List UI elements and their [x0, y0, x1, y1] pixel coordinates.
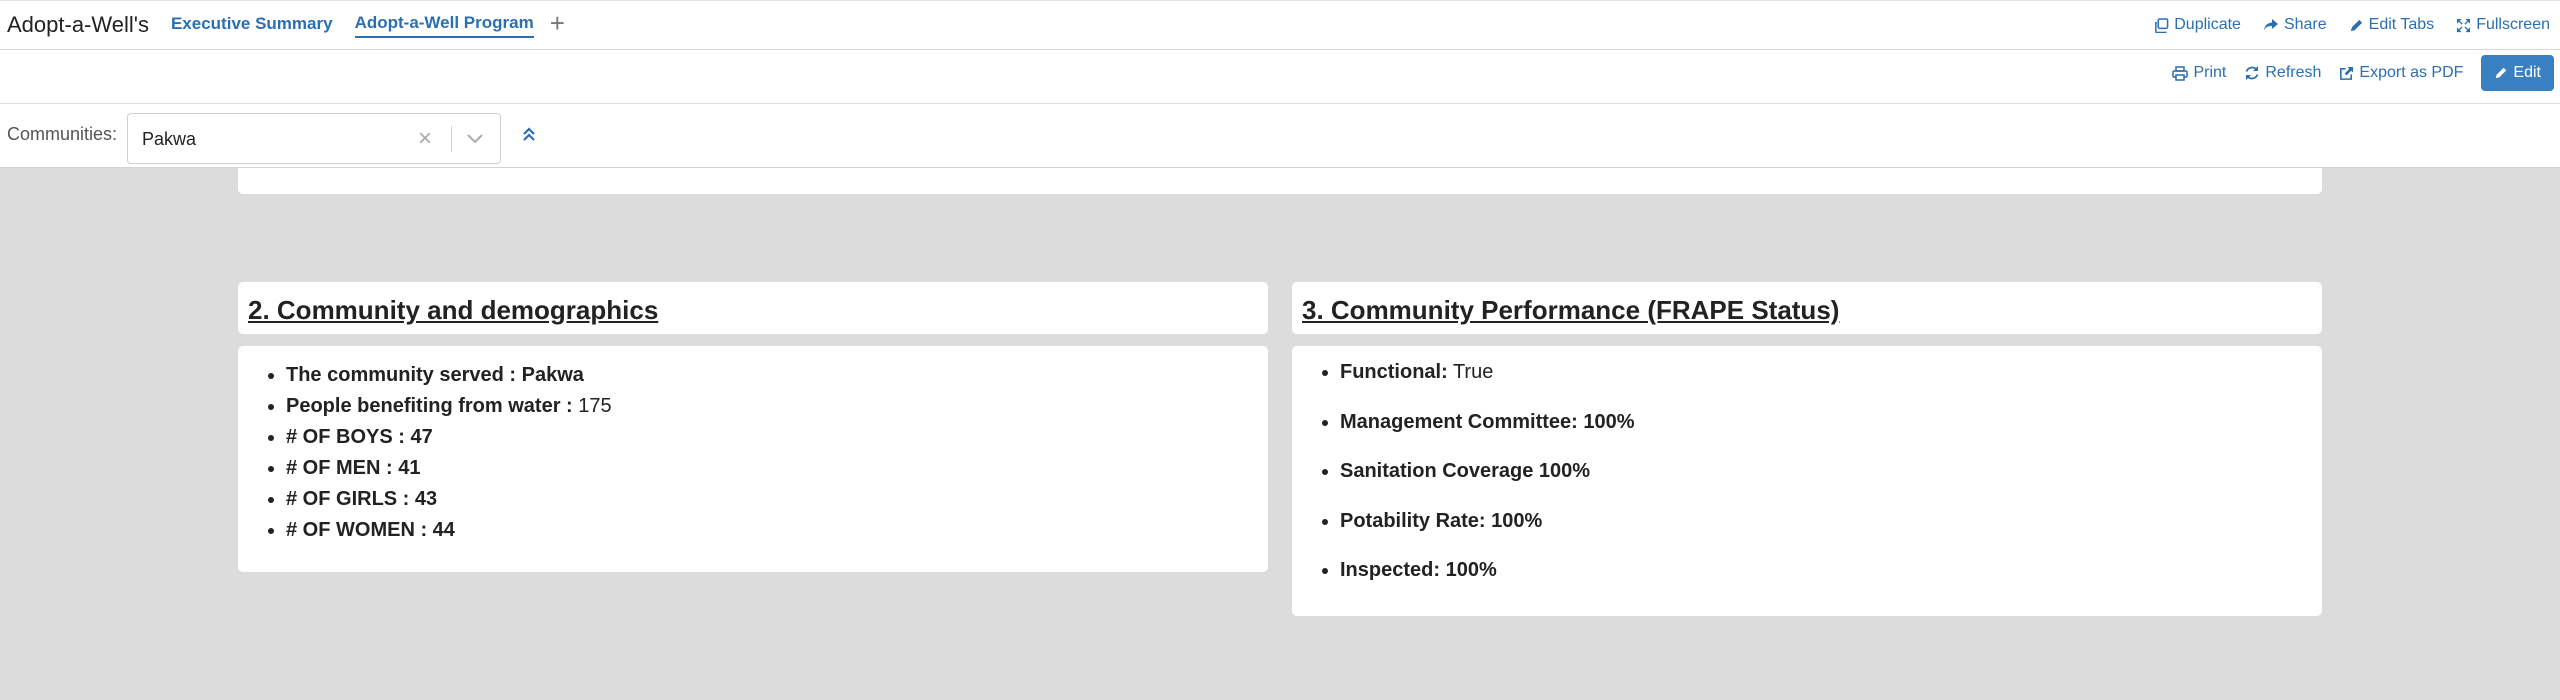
pencil-icon — [2350, 19, 2362, 31]
refresh-button[interactable]: Refresh — [2244, 64, 2321, 82]
edit-tabs-button[interactable]: Edit Tabs — [2349, 16, 2435, 34]
list-item: The community served : Pakwa — [286, 360, 612, 391]
list-item: Functional: True — [1340, 360, 1635, 384]
chevron-down-icon[interactable] — [465, 130, 485, 148]
list-item: Inspected: 100% — [1340, 558, 1635, 582]
top-actions: Duplicate Share Edit Tabs Fullscreen — [2132, 1, 2550, 49]
community-demographics-card: The community served : Pakwa People bene… — [238, 346, 1268, 572]
external-link-icon — [2340, 66, 2354, 80]
dashboard-action-bar: Print Refresh Export as PDF Edit — [0, 50, 2560, 104]
tab-adopt-a-well-program[interactable]: Adopt-a-Well Program — [354, 13, 534, 38]
community-performance-card: Functional: True Management Committee: 1… — [1292, 346, 2322, 616]
list-item: Sanitation Coverage 100% — [1340, 459, 1635, 483]
list-item: # OF WOMEN : 44 — [286, 515, 612, 546]
add-tab-icon[interactable]: + — [550, 10, 565, 36]
section-3-title: 3. Community Performance (FRAPE Status) — [1302, 295, 1840, 325]
tab-executive-summary[interactable]: Executive Summary — [171, 14, 333, 37]
list-item: # OF BOYS : 47 — [286, 422, 612, 453]
share-label: Share — [2283, 16, 2327, 33]
share-button[interactable]: Share — [2263, 16, 2327, 34]
refresh-label: Refresh — [2265, 64, 2322, 81]
list-item: # OF MEN : 41 — [286, 453, 612, 484]
export-pdf-button[interactable]: Export as PDF — [2339, 64, 2463, 82]
previous-section-card — [238, 168, 2322, 194]
edit-tabs-label: Edit Tabs — [2368, 16, 2435, 33]
duplicate-icon — [2155, 17, 2169, 33]
communities-select[interactable]: Pakwa × — [127, 113, 501, 164]
list-item: Potability Rate: 100% — [1340, 509, 1635, 533]
pencil-icon — [2496, 67, 2507, 79]
section-2-title: 2. Community and demographics — [248, 295, 659, 325]
expand-icon — [2457, 18, 2471, 32]
top-bar: Adopt-a-Well's Executive Summary Adopt-a… — [0, 0, 2560, 50]
communities-filter-label: Communities: — [7, 124, 118, 144]
fullscreen-button[interactable]: Fullscreen — [2456, 16, 2550, 34]
filter-bar: Communities: Pakwa × — [0, 104, 2560, 168]
export-pdf-label: Export as PDF — [2359, 64, 2464, 81]
edit-button[interactable]: Edit — [2481, 55, 2554, 91]
demographics-list: The community served : Pakwa People bene… — [286, 360, 612, 546]
fullscreen-label: Fullscreen — [2476, 16, 2550, 33]
print-label: Print — [2193, 64, 2227, 81]
collapse-filters-icon[interactable] — [520, 124, 538, 146]
frape-status-list: Functional: True Management Committee: 1… — [1340, 360, 1635, 608]
refresh-icon — [2246, 66, 2259, 80]
select-separator — [451, 126, 452, 152]
duplicate-label: Duplicate — [2174, 16, 2241, 33]
print-button[interactable]: Print — [2172, 64, 2226, 82]
community-demographics-header: 2. Community and demographics — [238, 282, 1268, 334]
list-item: People benefiting from water : 175 — [286, 391, 612, 422]
print-icon — [2172, 65, 2189, 81]
list-item: # OF GIRLS : 43 — [286, 484, 612, 515]
duplicate-button[interactable]: Duplicate — [2154, 16, 2241, 34]
dashboard-title: Adopt-a-Well's — [7, 12, 149, 37]
community-performance-header: 3. Community Performance (FRAPE Status) — [1292, 282, 2322, 334]
edit-label: Edit — [2513, 64, 2541, 81]
list-item: Management Committee: 100% — [1340, 410, 1635, 434]
share-icon — [2263, 19, 2278, 31]
communities-selected-value: Pakwa — [142, 129, 197, 149]
clear-icon[interactable]: × — [418, 125, 432, 153]
